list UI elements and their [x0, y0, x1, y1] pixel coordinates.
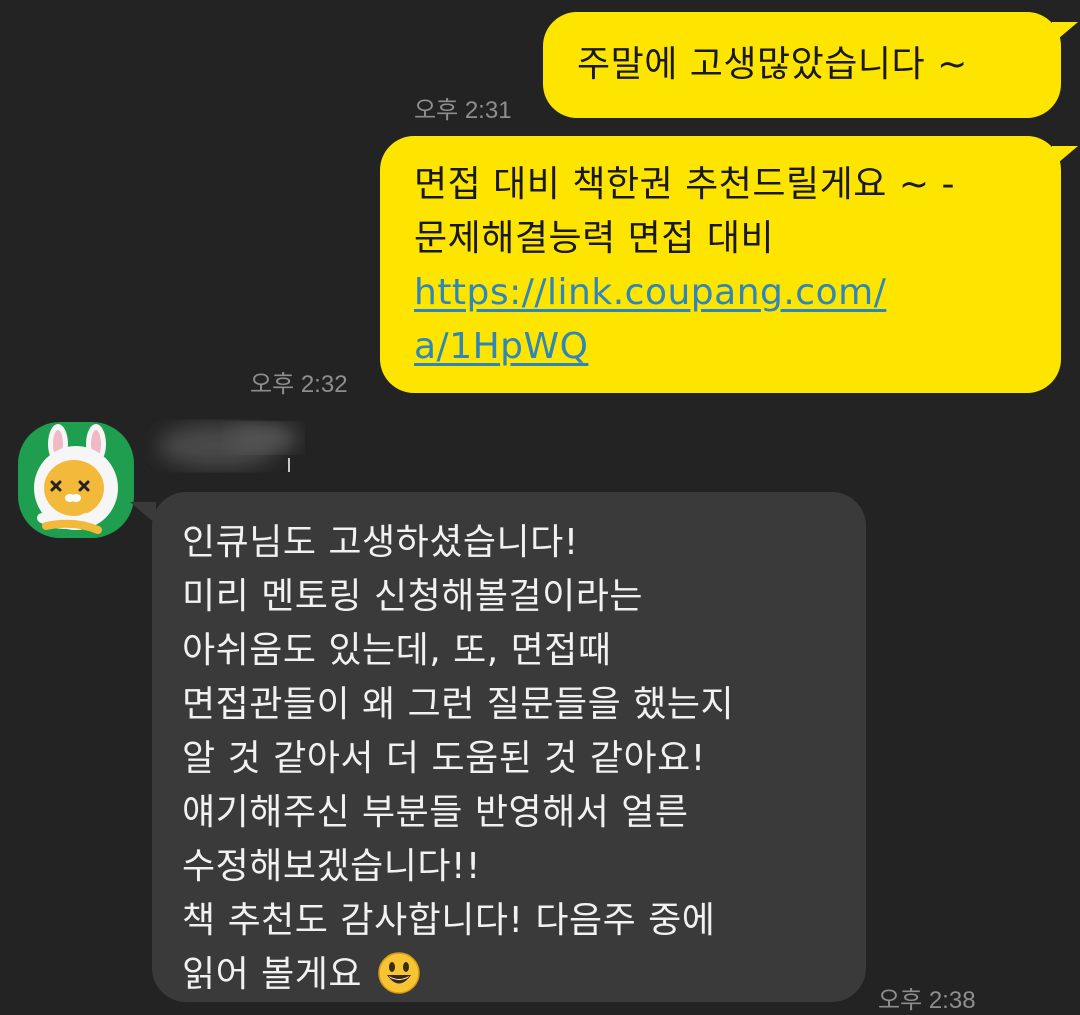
- outgoing-message-bubble[interactable]: 면접 대비 책한권 추천드릴게요 ~ - 문제해결능력 면접 대비 https:…: [380, 136, 1061, 393]
- message-text: 미리 멘토링 신청해볼걸이라는: [182, 576, 643, 617]
- bubble-tail: [130, 502, 156, 524]
- bubble-tail: [1052, 22, 1078, 44]
- message-text: 인큐님도 고생하셨습니다!: [182, 522, 579, 563]
- incoming-message-bubble[interactable]: 인큐님도 고생하셨습니다! 미리 멘토링 신청해볼걸이라는 아쉬움도 있는데, …: [152, 492, 866, 1002]
- message-text: 면접관들이 왜 그런 질문들을 했는지: [182, 684, 735, 725]
- message-last-line: 읽어 볼게요: [182, 948, 866, 1010]
- sender-name-redacted: [138, 408, 338, 488]
- message-timestamp: 오후 2:38: [878, 987, 976, 1014]
- message-text: 읽어 볼게요: [182, 954, 363, 995]
- ryan-rabbit-hood-avatar: [34, 424, 118, 534]
- grinning-face-emoji: [378, 952, 420, 1010]
- message-text: 수정해보겠습니다!!: [182, 846, 481, 887]
- message-text: 주말에 고생많았습니다 ~: [577, 44, 968, 85]
- message-text: 얘기해주신 부분들 반영해서 얼른: [182, 792, 689, 833]
- link-line: https://link.coupang.com/: [414, 272, 887, 313]
- sender-avatar[interactable]: [18, 422, 134, 538]
- message-text: 문제해결능력 면접 대비: [414, 218, 775, 259]
- bubble-tail: [1052, 146, 1078, 168]
- message-timestamp: 오후 2:32: [250, 371, 348, 398]
- message-timestamp: 오후 2:31: [414, 97, 512, 124]
- coupang-link[interactable]: https://link.coupang.com/ a/1HpWQ: [414, 266, 1061, 374]
- message-text: 책 추천도 감사합니다! 다음주 중에: [182, 900, 716, 941]
- message-text: 아쉬움도 있는데, 또, 면접때: [182, 630, 612, 671]
- message-text: 알 것 같아서 더 도움된 것 같아요!: [182, 738, 706, 779]
- link-line: a/1HpWQ: [414, 326, 589, 367]
- outgoing-message-bubble[interactable]: 주말에 고생많았습니다 ~: [543, 12, 1061, 118]
- message-text: 면접 대비 책한권 추천드릴게요 ~ -: [414, 164, 955, 205]
